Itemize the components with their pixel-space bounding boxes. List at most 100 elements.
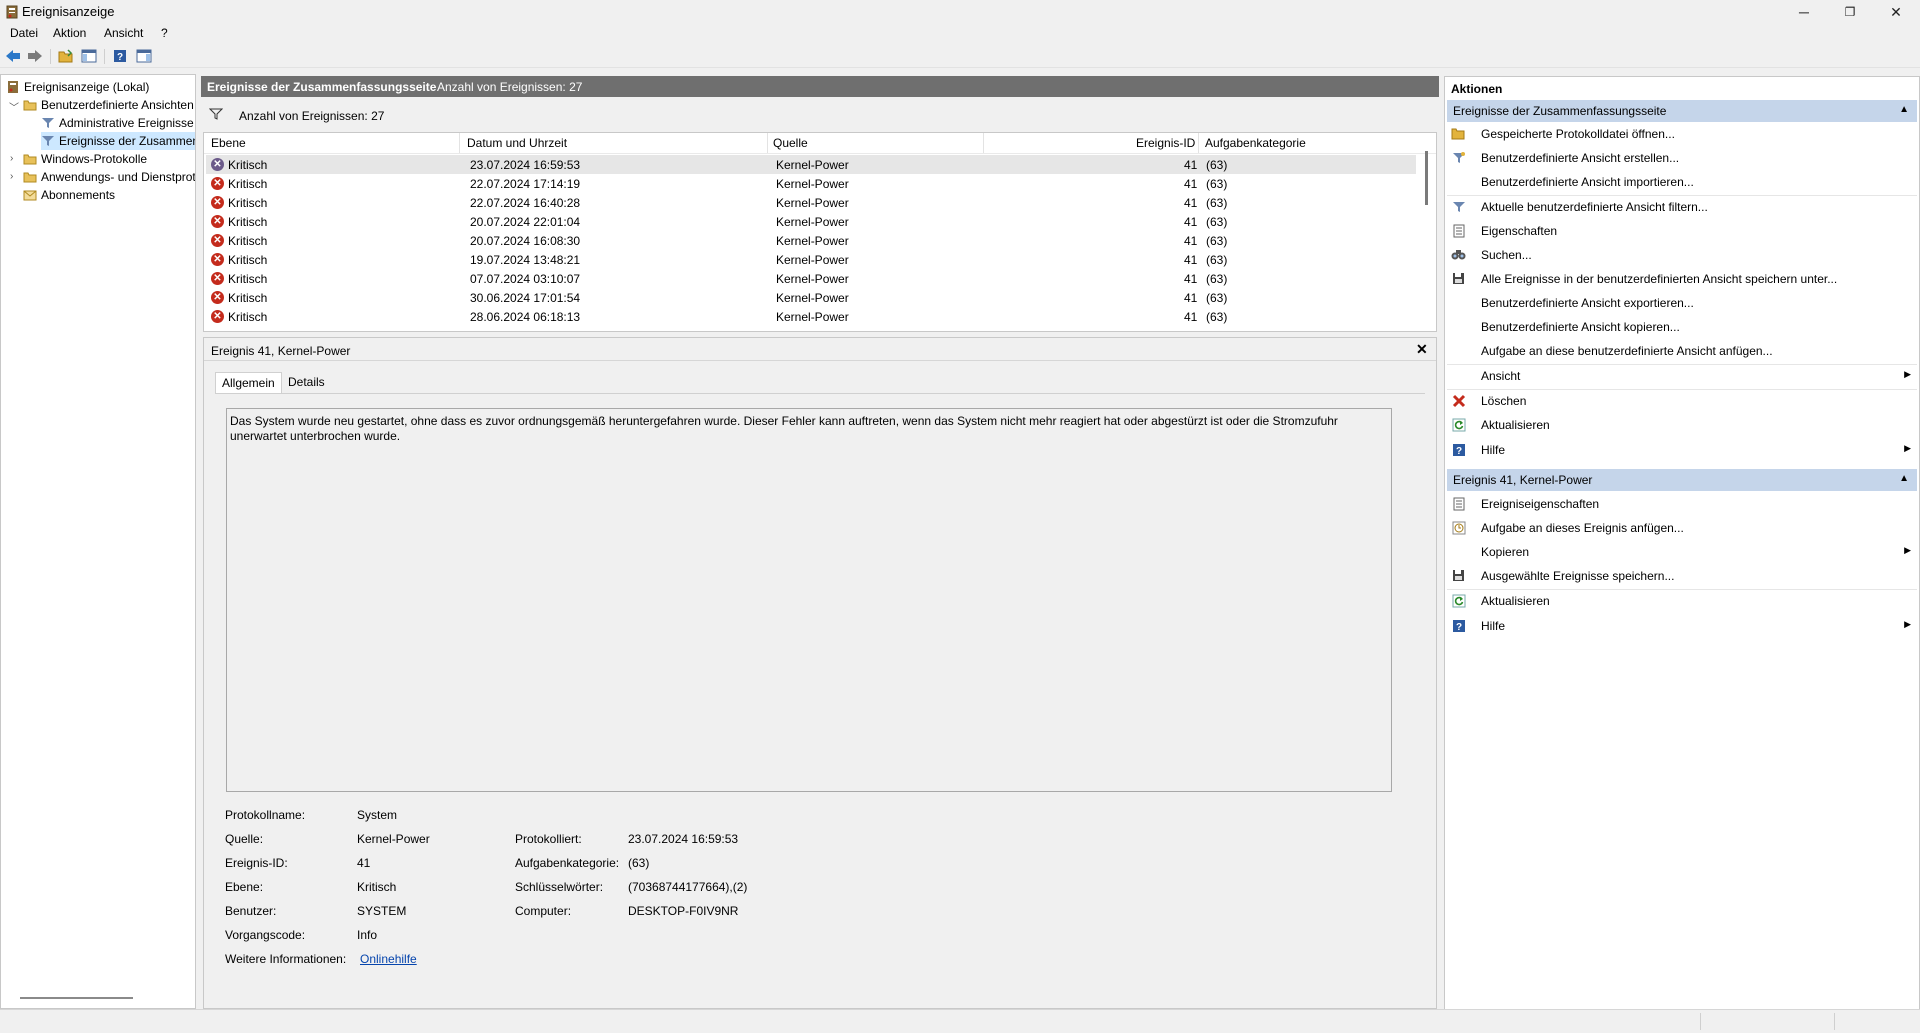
collapse-arrow-icon[interactable]: ▲ — [1899, 473, 1909, 484]
menu-help[interactable]: ? — [159, 26, 170, 40]
cell-source: Kernel-Power — [776, 310, 849, 324]
help-icon[interactable]: ? — [111, 48, 129, 64]
table-row[interactable]: ✕ Kritisch 23.07.2024 16:59:53 Kernel-Po… — [206, 155, 1416, 174]
table-row[interactable]: ✕ Kritisch 22.07.2024 16:40:28 Kernel-Po… — [206, 193, 1416, 212]
table-row[interactable]: ✕ Kritisch 07.07.2024 03:10:07 Kernel-Po… — [206, 269, 1416, 288]
action-event-properties[interactable]: Ereigniseigenschaften — [1451, 494, 1911, 514]
tab-general[interactable]: Allgemein — [215, 372, 282, 393]
action-copy-custom-view[interactable]: Benutzerdefinierte Ansicht kopieren... — [1451, 317, 1911, 337]
tree-horizontal-scrollbar[interactable] — [20, 997, 133, 999]
action-attach-task-view[interactable]: Aufgabe an diese benutzerdefinierte Ansi… — [1451, 341, 1911, 361]
cell-event-id: 41 — [1184, 310, 1198, 324]
action-label: Benutzerdefinierte Ansicht erstellen... — [1481, 151, 1680, 165]
tree-item-subscriptions[interactable]: Abonnements — [23, 186, 115, 204]
cell-level: Kritisch — [228, 196, 268, 210]
show-hide-tree-icon[interactable] — [80, 48, 98, 64]
table-row[interactable]: ✕ Kritisch 30.06.2024 17:01:54 Kernel-Po… — [206, 288, 1416, 307]
maximize-button[interactable]: ❐ — [1827, 0, 1873, 24]
save-disk-icon — [1451, 568, 1466, 583]
table-row[interactable]: ✕ Kritisch 20.07.2024 22:01:04 Kernel-Po… — [206, 212, 1416, 231]
action-help-submenu[interactable]: ? Hilfe ▶ — [1451, 440, 1911, 460]
online-help-link[interactable]: Onlinehilfe — [360, 952, 417, 966]
open-folder-icon[interactable] — [57, 48, 75, 64]
event-detail-pane: Ereignis 41, Kernel-Power ✕ Allgemein De… — [203, 337, 1437, 1009]
column-header-level[interactable]: Ebene — [211, 136, 246, 150]
column-header-task-category[interactable]: Aufgabenkategorie — [1205, 136, 1306, 150]
cell-category: (63) — [1206, 253, 1228, 267]
actions-section-event[interactable]: Ereignis 41, Kernel-Power ▲ — [1447, 469, 1917, 491]
menu-aktion[interactable]: Aktion — [51, 26, 88, 40]
action-export-custom-view[interactable]: Benutzerdefinierte Ansicht exportieren..… — [1451, 293, 1911, 313]
tree-item-custom-views[interactable]: Benutzerdefinierte Ansichten — [23, 96, 194, 114]
chevron-down-icon[interactable]: ﹀ — [9, 99, 19, 114]
field-label-source: Quelle: — [225, 832, 264, 846]
toolbar: ? — [0, 45, 1920, 68]
action-save-all-events[interactable]: Alle Ereignisse in der benutzerdefiniert… — [1451, 269, 1911, 289]
action-import-custom-view[interactable]: Benutzerdefinierte Ansicht importieren..… — [1451, 172, 1911, 192]
tree-item-app-service-logs[interactable]: Anwendungs- und Dienstprotokolle — [23, 168, 195, 186]
cell-level: Kritisch — [228, 253, 268, 267]
actions-section-summary[interactable]: Ereignisse der Zusammenfassungsseite ▲ — [1447, 100, 1917, 122]
menu-ansicht[interactable]: Ansicht — [102, 26, 145, 40]
action-help-event-submenu[interactable]: ? Hilfe ▶ — [1451, 616, 1911, 636]
back-arrow-icon[interactable] — [4, 48, 22, 64]
submenu-arrow-icon: ▶ — [1904, 443, 1911, 453]
action-attach-task-event[interactable]: Aufgabe an dieses Ereignis anfügen... — [1451, 518, 1911, 538]
section-title: Ereignisse der Zusammenfassungsseite — [1453, 104, 1667, 118]
action-open-saved-log[interactable]: Gespeicherte Protokolldatei öffnen... — [1451, 124, 1911, 144]
action-label: Alle Ereignisse in der benutzerdefiniert… — [1481, 272, 1838, 286]
tree-item-summary-events[interactable]: Ereignisse der Zusammenfassungsseite — [41, 132, 195, 150]
critical-error-icon: ✕ — [211, 177, 224, 190]
action-label: Benutzerdefinierte Ansicht exportieren..… — [1481, 296, 1694, 310]
minimize-button[interactable]: ─ — [1781, 0, 1827, 24]
table-row[interactable]: ✕ Kritisch 28.06.2024 06:18:13 Kernel-Po… — [206, 307, 1416, 326]
action-refresh[interactable]: Aktualisieren — [1451, 415, 1911, 435]
action-copy-submenu[interactable]: Kopieren ▶ — [1451, 542, 1911, 562]
cell-event-id: 41 — [1184, 234, 1198, 248]
action-properties[interactable]: Eigenschaften — [1451, 221, 1911, 241]
cell-level: Kritisch — [228, 310, 268, 324]
subscriptions-icon — [23, 188, 37, 202]
action-label: Ausgewählte Ereignisse speichern... — [1481, 569, 1675, 583]
field-label-user: Benutzer: — [225, 904, 277, 918]
action-refresh-event[interactable]: Aktualisieren — [1451, 591, 1911, 611]
collapse-arrow-icon[interactable]: ▲ — [1899, 104, 1909, 115]
close-detail-icon[interactable]: ✕ — [1416, 341, 1428, 358]
action-filter-current-view[interactable]: Aktuelle benutzerdefinierte Ansicht filt… — [1451, 197, 1911, 217]
cell-source: Kernel-Power — [776, 177, 849, 191]
action-save-selected-events[interactable]: Ausgewählte Ereignisse speichern... — [1451, 566, 1911, 586]
cell-event-id: 41 — [1184, 158, 1198, 172]
field-label-log-name: Protokollname: — [225, 808, 306, 822]
column-header-event-id[interactable]: Ereignis-ID — [1136, 136, 1195, 150]
menu-datei[interactable]: Datei — [8, 26, 40, 40]
forward-arrow-icon[interactable] — [26, 48, 44, 64]
event-list-scrollbar[interactable] — [1425, 151, 1428, 205]
field-label-logged: Protokolliert: — [515, 832, 582, 846]
chevron-right-icon[interactable]: › — [10, 153, 13, 164]
close-button[interactable]: ✕ — [1873, 0, 1919, 24]
table-row[interactable]: ✕ Kritisch 20.07.2024 16:08:30 Kernel-Po… — [206, 231, 1416, 250]
open-folder-icon — [1451, 126, 1466, 141]
table-row[interactable]: ✕ Kritisch 19.07.2024 13:48:21 Kernel-Po… — [206, 250, 1416, 269]
tree-item-windows-logs[interactable]: Windows-Protokolle — [23, 150, 147, 168]
action-delete[interactable]: Löschen — [1451, 391, 1911, 411]
table-row[interactable]: ✕ Kritisch 22.07.2024 17:14:19 Kernel-Po… — [206, 174, 1416, 193]
critical-error-icon: ✕ — [211, 196, 224, 209]
action-label: Ansicht — [1481, 369, 1521, 383]
action-view-submenu[interactable]: Ansicht ▶ — [1451, 366, 1911, 386]
field-label-level: Ebene: — [225, 880, 264, 894]
tree-item-root[interactable]: Ereignisanzeige (Lokal) — [6, 78, 149, 96]
refresh-icon — [1451, 417, 1466, 432]
action-create-custom-view[interactable]: Benutzerdefinierte Ansicht erstellen... — [1451, 148, 1911, 168]
column-header-source[interactable]: Quelle — [773, 136, 808, 150]
field-value-computer: DESKTOP-F0IV9NR — [628, 904, 739, 918]
cell-category: (63) — [1206, 215, 1228, 229]
refresh-icon — [1451, 593, 1466, 608]
tree-item-admin-events[interactable]: Administrative Ereignisse — [41, 114, 194, 132]
tab-details[interactable]: Details — [282, 372, 331, 392]
action-label: Suchen... — [1481, 248, 1532, 262]
chevron-right-icon[interactable]: › — [10, 171, 13, 182]
column-header-datetime[interactable]: Datum und Uhrzeit — [467, 136, 567, 150]
show-hide-action-pane-icon[interactable] — [135, 48, 153, 64]
action-find[interactable]: Suchen... — [1451, 245, 1911, 265]
